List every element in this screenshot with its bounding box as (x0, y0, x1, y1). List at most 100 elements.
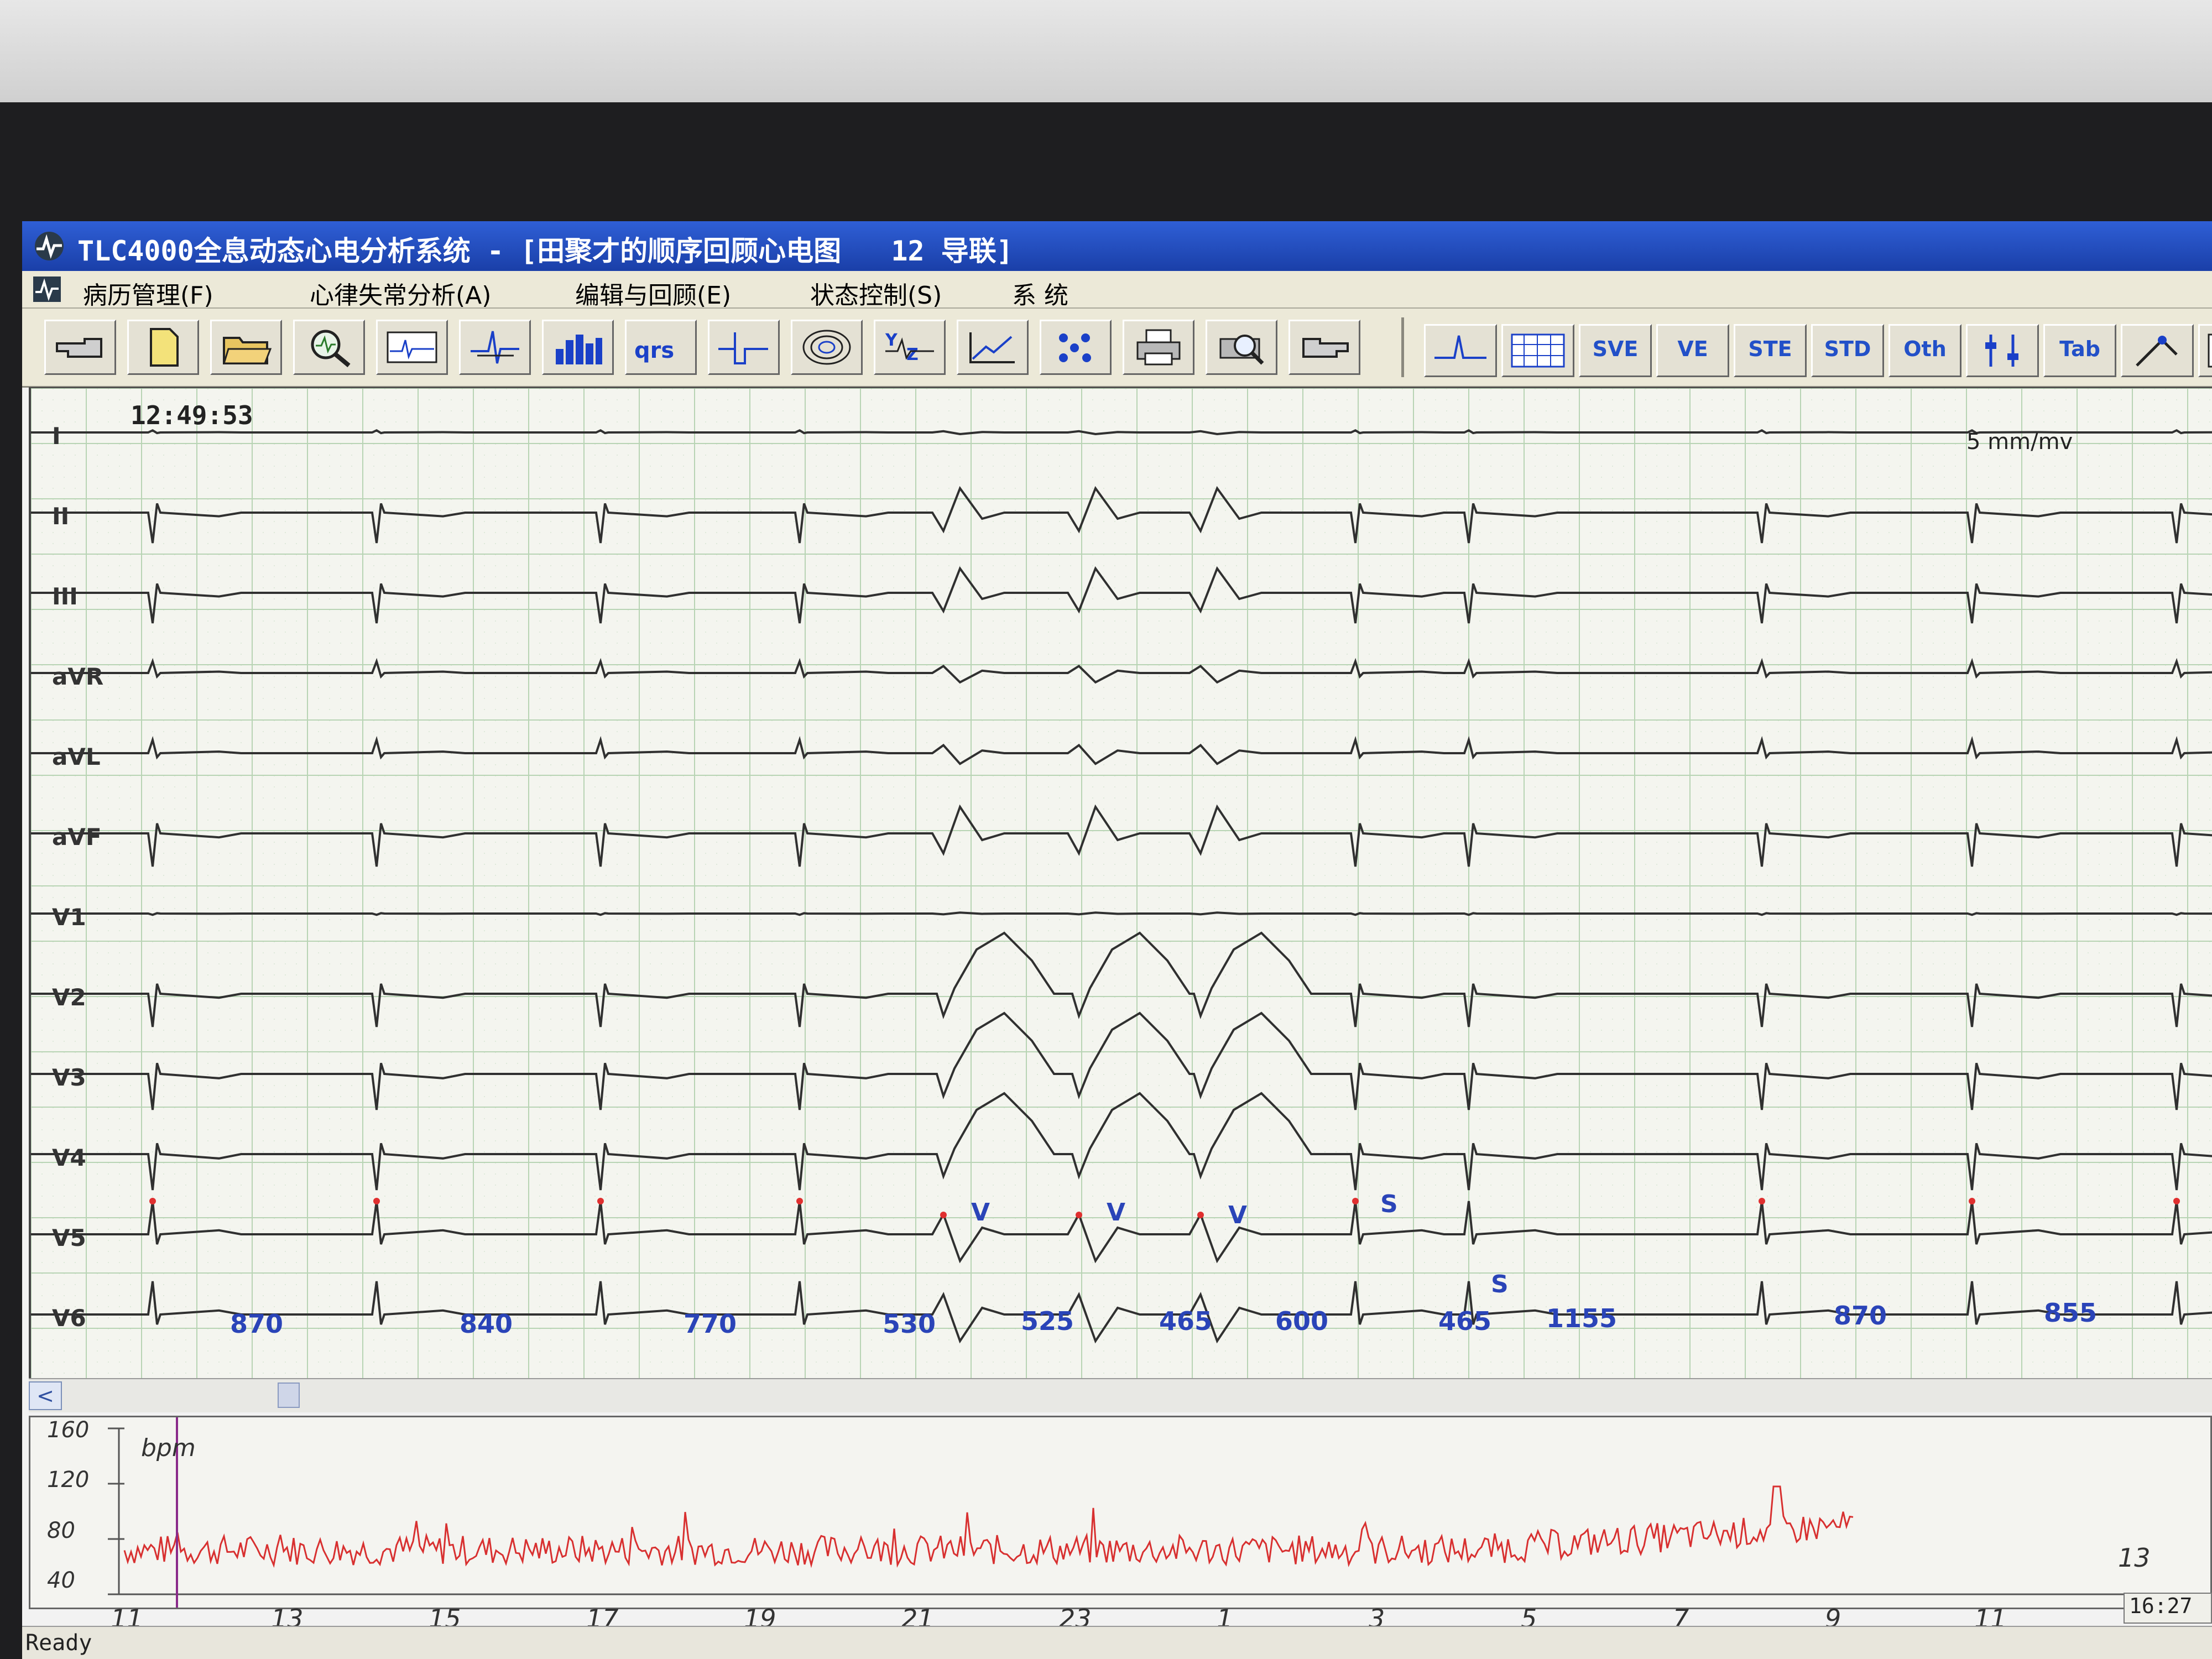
scatter-icon (1059, 333, 1091, 362)
waveform-icon (387, 331, 437, 363)
ruler-button[interactable] (2121, 324, 2194, 377)
ste-button[interactable]: STE (1734, 324, 1807, 377)
trend-y-tick: 120 (47, 1467, 90, 1493)
hand-pointer-icon (56, 338, 102, 358)
open-folder-button[interactable] (210, 320, 282, 375)
level-adjust-icon (1985, 335, 2018, 367)
spiral-analysis-icon (802, 330, 851, 365)
menu-medical-records[interactable]: 病历管理(F) (83, 275, 213, 311)
search-ecg-button[interactable] (293, 320, 365, 375)
oth-button[interactable]: Oth (1888, 324, 1961, 377)
rr-interval: 530 (883, 1309, 936, 1339)
print-preview-button[interactable] (1206, 320, 1277, 375)
heart-rate-trend-panel[interactable]: bpm 160 120 80 40 (29, 1416, 2212, 1609)
menu-edit-review[interactable]: 编辑与回顾(E) (575, 275, 731, 311)
menu-arrhythmia-analysis[interactable]: 心律失常分析(A) (310, 275, 491, 311)
rr-interval: 525 (1021, 1306, 1074, 1336)
menu-status-control[interactable]: 状态控制(S) (810, 275, 942, 311)
waveform-button[interactable] (376, 320, 448, 375)
ecg-timestamp: 12:49:53 (131, 400, 253, 430)
scroll-left-button[interactable]: < (29, 1381, 62, 1410)
r-peak-marker (796, 1198, 803, 1204)
search-ecg-icon (311, 330, 351, 368)
beat-label: S (1380, 1190, 1398, 1218)
lead-label-avl: aVL (52, 743, 101, 770)
trend-y-tick: 160 (47, 1417, 90, 1443)
beat-label: V (971, 1198, 990, 1227)
beat-label: V (1107, 1198, 1126, 1227)
print-button[interactable] (1123, 320, 1194, 375)
ruler-icon (2136, 336, 2178, 367)
list-button[interactable] (2198, 324, 2212, 377)
r-peak-marker (1197, 1212, 1204, 1218)
ve-label: VE (1677, 337, 1708, 361)
rr-interval: 870 (1834, 1301, 1887, 1331)
rr-interval: 465 (1438, 1306, 1492, 1336)
ste-label: STE (1748, 337, 1792, 361)
r-peak-marker (1076, 1212, 1082, 1218)
lead-label-avr: aVR (52, 663, 104, 690)
new-file-icon (150, 328, 179, 367)
scroll-thumb[interactable] (278, 1383, 300, 1408)
ecg-lead-trace (31, 931, 2212, 1027)
exit-hand-icon (1302, 338, 1349, 358)
hand-pointer-button[interactable] (44, 320, 116, 375)
ecg-beat-button[interactable] (1424, 324, 1497, 377)
toolbar: qrs YZ SVE VE STE STD Oth Tab (22, 309, 2212, 388)
ecg-lead-trace (31, 735, 2212, 765)
trend-y-tick: 80 (47, 1518, 75, 1543)
lead-label-ii: II (52, 503, 70, 530)
trend-x-tick: 13 (2118, 1543, 2151, 1573)
st-measure-button[interactable] (459, 320, 531, 375)
tab-button[interactable]: Tab (2043, 324, 2116, 377)
lead-label-iii: III (52, 583, 78, 610)
r-peak-marker (149, 1198, 156, 1204)
r-peak-marker (597, 1198, 604, 1204)
svg-text:qrs: qrs (634, 338, 674, 363)
histogram-icon (556, 335, 602, 364)
menu-system[interactable]: 系 统 (1012, 275, 1068, 311)
rr-interval: 840 (460, 1309, 513, 1339)
menu-app-icon[interactable] (32, 275, 62, 303)
grid-button[interactable] (1501, 324, 1574, 377)
scatter-button[interactable] (1040, 320, 1112, 375)
r-peak-marker (373, 1198, 380, 1204)
ecg-beat-icon (1434, 335, 1486, 359)
ve-button[interactable]: VE (1656, 324, 1729, 377)
lead-label-i: I (52, 422, 61, 450)
trend-axes (118, 1428, 2210, 1595)
lead-switch-button[interactable]: YZ (874, 320, 946, 375)
trend-line-button[interactable] (957, 320, 1029, 375)
trend-line-icon (969, 332, 1015, 363)
new-file-button[interactable] (127, 320, 199, 375)
pace-pulse-button[interactable] (708, 320, 780, 375)
trend-y-tick: 40 (47, 1568, 75, 1593)
level-adjust-button[interactable] (1966, 324, 2039, 377)
heart-rate-series (123, 1485, 1854, 1568)
lead-label-v6: V6 (52, 1305, 86, 1332)
title-bar: TLC4000全息动态心电分析系统 - [田聚才的顺序回顾心电图 12 导联] (22, 221, 2212, 271)
trend-clock: 16:27 (2124, 1593, 2212, 1624)
qrs-icon: qrs (634, 338, 674, 363)
exit-hand-button[interactable] (1288, 320, 1360, 375)
sve-button[interactable]: SVE (1579, 324, 1652, 377)
open-folder-icon (222, 337, 272, 364)
rr-interval: 600 (1275, 1306, 1329, 1336)
spiral-analysis-button[interactable] (791, 320, 863, 375)
horizontal-scrollbar[interactable]: < (29, 1378, 2212, 1412)
oth-label: Oth (1903, 337, 1947, 361)
rr-interval: 1155 (1546, 1303, 1618, 1333)
print-preview-icon (1219, 335, 1264, 365)
histogram-button[interactable] (542, 320, 614, 375)
std-button[interactable]: STD (1811, 324, 1884, 377)
qrs-button[interactable]: qrs (625, 320, 697, 375)
r-peak-marker (1969, 1198, 1975, 1204)
st-measure-icon (471, 331, 519, 364)
sve-label: SVE (1592, 337, 1639, 361)
app-screen: TLC4000全息动态心电分析系统 - [田聚才的顺序回顾心电图 12 导联] … (22, 221, 2212, 1659)
ecg-strip-panel[interactable]: 12:49:53 5 mm/mv I II III aVR aVL aVF V1… (29, 387, 2212, 1378)
rr-interval: 770 (684, 1309, 737, 1339)
r-peak-marker (1759, 1198, 1765, 1204)
toolbar-separator (1401, 317, 1404, 377)
ecg-lead-trace (31, 911, 2212, 916)
